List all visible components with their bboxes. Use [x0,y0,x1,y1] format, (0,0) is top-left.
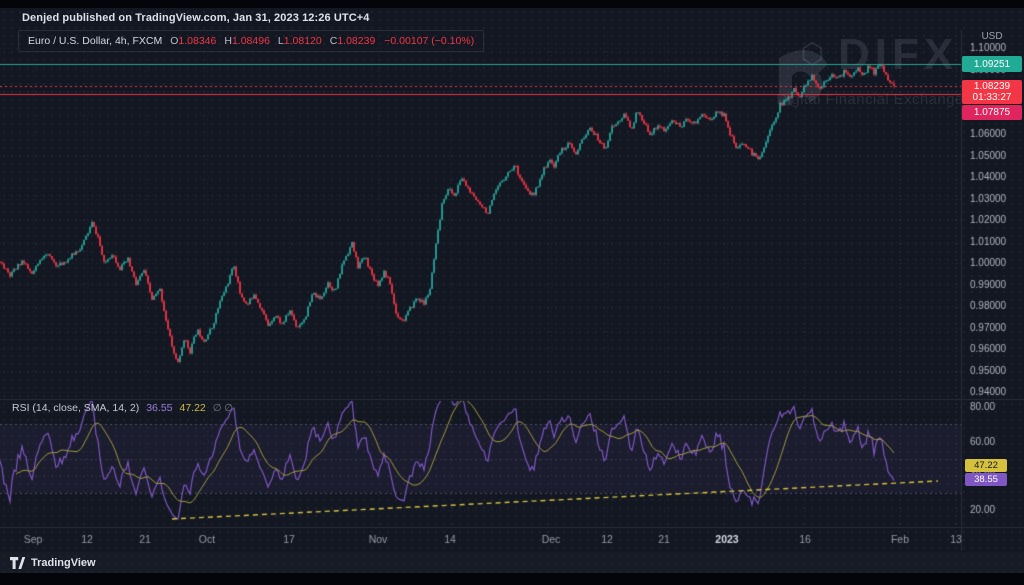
price-change: −0.00107 (−0.10%) [384,35,474,47]
publish-attribution: Denjed published on TradingView.com, Jan… [22,12,370,24]
symbol-name[interactable]: Euro / U.S. Dollar, 4h, FXCM [28,35,162,47]
price-scale-currency[interactable]: USD [961,31,1023,42]
rsi-ma-axis-label[interactable]: 47.22 [965,459,1007,472]
current-price-label[interactable]: 1.08239 01:33:27 [962,80,1022,104]
tradingview-brand-text[interactable]: TradingView [31,557,96,569]
tradingview-logo-icon[interactable] [10,557,25,569]
footer-bar: TradingView [0,552,1024,573]
symbol-legend[interactable]: Euro / U.S. Dollar, 4h, FXCM O1.08346 H1… [18,30,484,52]
ohlc-open: O1.08346 [168,35,216,47]
rsi-ma-value: 47.22 [180,402,206,414]
ohlc-close: C1.08239 [328,35,376,47]
ohlc-high: H1.08496 [222,35,270,47]
rsi-current-value: 36.55 [146,402,172,414]
rsi-value-axis-label[interactable]: 38.55 [965,473,1007,486]
ohlc-low: L1.08120 [276,35,322,47]
rsi-title[interactable]: RSI (14, close, SMA, 14, 2) [12,402,139,414]
bar-countdown: 01:33:27 [973,92,1012,103]
tradingview-chart-window: Denjed published on TradingView.com, Jan… [0,0,1024,585]
price-line-label-high[interactable]: 1.09251 [962,56,1022,72]
rsi-legend[interactable]: RSI (14, close, SMA, 14, 2) 36.55 47.22 … [12,402,233,414]
price-chart-canvas[interactable] [0,0,1024,585]
rsi-hidden-series-icon: ∅ ∅ [213,403,233,414]
price-line-label-low[interactable]: 1.07875 [962,105,1022,120]
